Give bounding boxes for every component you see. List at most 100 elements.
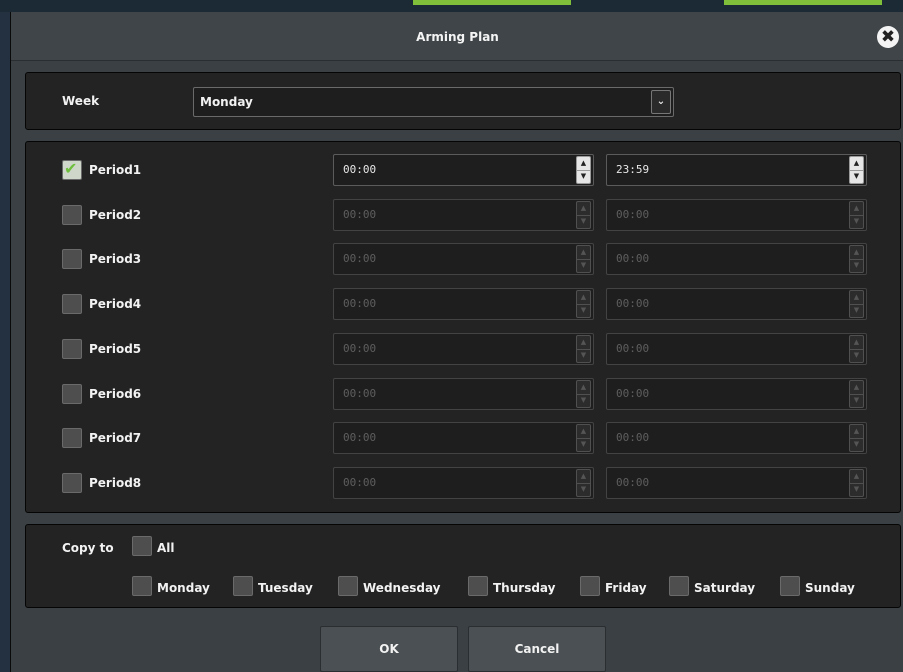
arrow-down-icon[interactable]: ▼ (577, 349, 590, 362)
arrow-down-icon[interactable]: ▼ (850, 483, 863, 496)
period-checkbox[interactable] (62, 472, 82, 493)
end-time-field[interactable]: 00:00 ▲ ▼ (606, 332, 867, 365)
copy-day-checkbox[interactable] (233, 576, 253, 596)
start-time-field[interactable]: 00:00 ▲ ▼ (333, 154, 594, 186)
period-row: Period6 00:00 ▲ ▼ 00:00 ▲ ▼ (26, 377, 900, 411)
end-time-field[interactable]: 00:00 ▲ ▼ (606, 243, 867, 276)
arrow-down-icon[interactable]: ▼ (850, 438, 863, 451)
ok-button[interactable]: OK (320, 626, 458, 672)
week-select-value: Monday (200, 95, 253, 109)
time-spinner[interactable]: ▲ ▼ (576, 156, 591, 184)
period-label: Period8 (89, 475, 142, 490)
arrow-up-icon[interactable]: ▲ (850, 246, 863, 261)
time-spinner[interactable]: ▲ ▼ (849, 156, 864, 184)
arrow-up-icon[interactable]: ▲ (577, 336, 590, 350)
period-checkbox[interactable] (62, 338, 82, 359)
start-time-field[interactable]: 00:00 ▲ ▼ (333, 198, 594, 231)
time-spinner[interactable]: ▲ ▼ (849, 245, 864, 274)
copy-day-checkbox[interactable] (780, 576, 800, 596)
cancel-button[interactable]: Cancel (468, 626, 606, 672)
time-spinner[interactable]: ▲ ▼ (576, 379, 591, 408)
start-time-field[interactable]: 00:00 ▲ ▼ (333, 422, 594, 455)
arrow-down-icon[interactable]: ▼ (577, 394, 590, 407)
arrow-down-icon[interactable]: ▼ (850, 394, 863, 407)
arrow-up-icon[interactable]: ▲ (850, 157, 863, 171)
time-spinner[interactable]: ▲ ▼ (576, 424, 591, 453)
arrow-up-icon[interactable]: ▲ (577, 425, 590, 440)
start-time-field[interactable]: 00:00 ▲ ▼ (333, 377, 594, 410)
time-spinner[interactable]: ▲ ▼ (576, 468, 591, 497)
time-spinner[interactable]: ▲ ▼ (576, 200, 591, 229)
start-time-field[interactable]: 00:00 ▲ ▼ (333, 288, 594, 321)
copy-day-checkbox[interactable] (132, 576, 152, 596)
start-time-field[interactable]: 00:00 ▲ ▼ (333, 332, 594, 365)
end-time-field[interactable]: 00:00 ▲ ▼ (606, 288, 867, 321)
arrow-up-icon[interactable]: ▲ (850, 291, 863, 306)
arrow-up-icon[interactable]: ▲ (577, 157, 590, 171)
copy-day-checkbox[interactable] (338, 576, 358, 596)
arrow-down-icon[interactable]: ▼ (850, 259, 863, 272)
time-spinner[interactable]: ▲ ▼ (849, 424, 864, 453)
arrow-up-icon[interactable]: ▲ (850, 336, 863, 350)
time-spinner[interactable]: ▲ ▼ (849, 334, 864, 363)
period-checkbox[interactable] (62, 249, 82, 270)
copy-all-checkbox[interactable] (132, 536, 152, 556)
time-spinner[interactable]: ▲ ▼ (849, 379, 864, 408)
chevron-down-icon[interactable]: ⌄ (651, 90, 671, 114)
start-time-field[interactable]: 00:00 ▲ ▼ (333, 466, 594, 499)
arrow-down-icon[interactable]: ▼ (850, 170, 863, 183)
arrow-down-icon[interactable]: ▼ (577, 304, 590, 317)
copy-day-checkbox[interactable] (468, 576, 488, 596)
time-spinner[interactable]: ▲ ▼ (849, 200, 864, 229)
copy-day-label: Monday (157, 581, 210, 595)
arrow-down-icon[interactable]: ▼ (577, 483, 590, 496)
time-spinner[interactable]: ▲ ▼ (849, 468, 864, 497)
time-spinner[interactable]: ▲ ▼ (849, 290, 864, 319)
period-checkbox[interactable] (62, 294, 82, 315)
arrow-down-icon[interactable]: ▼ (850, 304, 863, 317)
period-label: Period1 (89, 163, 142, 177)
arrow-down-icon[interactable]: ▼ (577, 170, 590, 183)
copy-day-label: Friday (605, 581, 647, 595)
arrow-up-icon[interactable]: ▲ (850, 425, 863, 440)
start-time-field[interactable]: 00:00 ▲ ▼ (333, 243, 594, 276)
arrow-up-icon[interactable]: ▲ (850, 470, 863, 484)
end-time-field[interactable]: 23:59 ▲ ▼ (606, 154, 867, 186)
arrow-up-icon[interactable]: ▲ (850, 381, 863, 395)
period-checkbox[interactable] (62, 204, 82, 225)
time-value: 00:00 (343, 207, 377, 221)
end-time-field[interactable]: 00:00 ▲ ▼ (606, 422, 867, 455)
arming-plan-dialog: Arming Plan ✖ Week Monday ⌄ ✔ Period1 00:0… (10, 12, 903, 672)
time-spinner[interactable]: ▲ ▼ (576, 290, 591, 319)
copy-day-checkbox[interactable] (580, 576, 600, 596)
arrow-up-icon[interactable]: ▲ (577, 381, 590, 395)
time-spinner[interactable]: ▲ ▼ (576, 334, 591, 363)
arrow-up-icon[interactable]: ▲ (577, 246, 590, 261)
period-checkbox[interactable] (62, 428, 82, 449)
period-label: Period7 (89, 431, 142, 446)
end-time-field[interactable]: 00:00 ▲ ▼ (606, 466, 867, 499)
time-value: 00:00 (616, 431, 650, 445)
week-select[interactable]: Monday ⌄ (193, 87, 674, 117)
time-value: 00:00 (343, 252, 377, 266)
period-row: Period8 00:00 ▲ ▼ 00:00 ▲ ▼ (26, 466, 900, 500)
copy-day-checkbox[interactable] (669, 576, 689, 596)
arrow-down-icon[interactable]: ▼ (850, 349, 863, 362)
close-icon[interactable]: ✖ (877, 26, 899, 48)
arrow-up-icon[interactable]: ▲ (850, 202, 863, 216)
time-value: 00:00 (343, 475, 377, 489)
time-spinner[interactable]: ▲ ▼ (576, 245, 591, 274)
arrow-up-icon[interactable]: ▲ (577, 202, 590, 216)
arrow-down-icon[interactable]: ▼ (577, 259, 590, 272)
background-tab-indicator (413, 0, 571, 5)
period-checkbox[interactable]: ✔ (62, 159, 82, 180)
period-checkbox[interactable] (62, 383, 82, 404)
arrow-down-icon[interactable]: ▼ (577, 438, 590, 451)
copy-panel: Copy to All Monday Tuesday Wednesday Thursd… (25, 524, 901, 608)
arrow-up-icon[interactable]: ▲ (577, 470, 590, 484)
end-time-field[interactable]: 00:00 ▲ ▼ (606, 198, 867, 231)
arrow-up-icon[interactable]: ▲ (577, 291, 590, 306)
arrow-down-icon[interactable]: ▼ (577, 215, 590, 228)
end-time-field[interactable]: 00:00 ▲ ▼ (606, 377, 867, 410)
arrow-down-icon[interactable]: ▼ (850, 215, 863, 228)
